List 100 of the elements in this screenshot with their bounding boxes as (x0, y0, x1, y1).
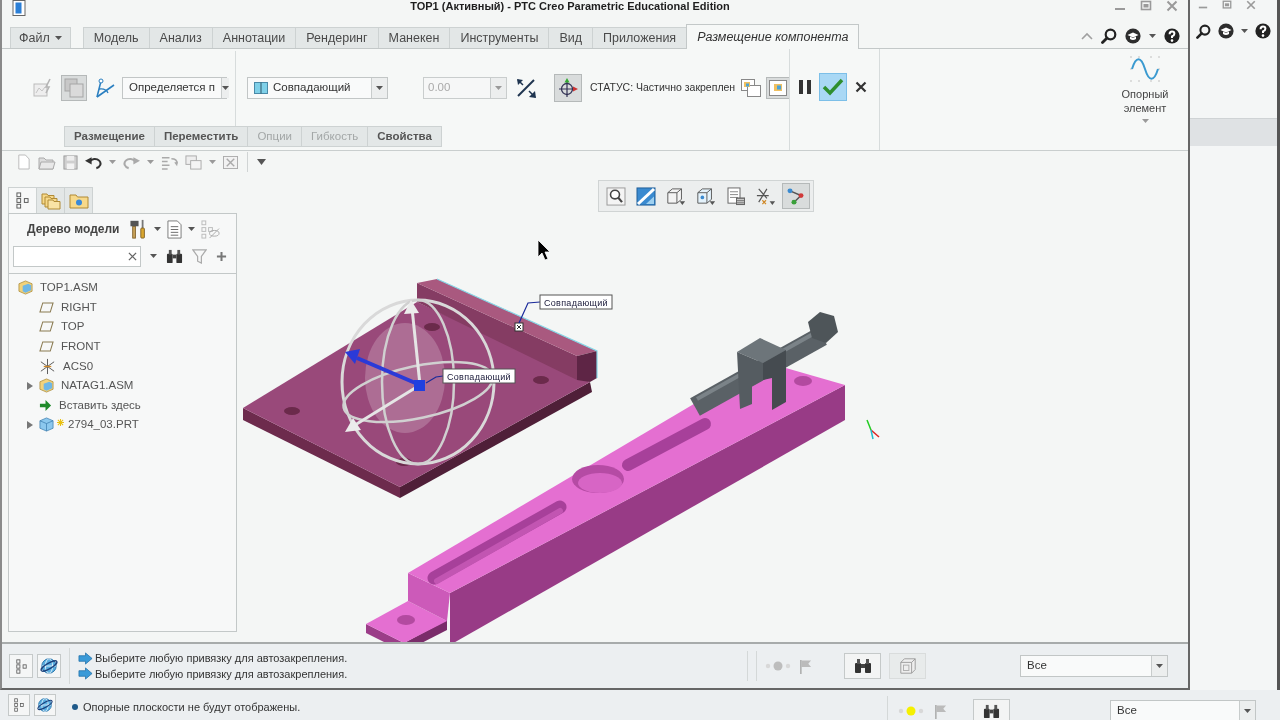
caret-icon (495, 85, 502, 90)
cube-icon (666, 186, 686, 206)
close-window-icon[interactable] (223, 155, 238, 169)
close-icon[interactable] (1246, 0, 1256, 10)
stacked-squares-icon (64, 77, 84, 98)
browser-button[interactable] (34, 694, 56, 716)
close-icon (855, 81, 867, 93)
tree-toggle-button[interactable] (9, 654, 33, 678)
datum-plane-icon (39, 301, 54, 313)
folder-browser-tab[interactable] (36, 187, 65, 213)
browser-button[interactable] (37, 654, 61, 678)
assembly-cube-icon (18, 280, 33, 296)
graduation-cap-icon[interactable] (1218, 23, 1234, 39)
maximize-icon[interactable] (1140, 0, 1152, 12)
axis-triad-icon (866, 419, 880, 440)
binoculars-icon[interactable] (166, 248, 183, 264)
datum-button[interactable]: Опорный элемент (1108, 49, 1182, 150)
status-dots-icon (765, 661, 791, 671)
filter-dropdown[interactable]: Все (1110, 700, 1256, 720)
caret-icon[interactable] (188, 227, 196, 231)
ribbon-tab[interactable]: Рендеринг (295, 27, 379, 48)
caret-right-icon[interactable] (27, 420, 33, 429)
shaded-square-icon (636, 186, 656, 206)
list-icon[interactable] (167, 219, 183, 239)
redo-icon[interactable] (123, 154, 140, 170)
tree-item[interactable]: RIGHT (24, 297, 97, 318)
filter-icon[interactable] (192, 248, 207, 264)
bullet-icon (72, 704, 78, 711)
sine-wave-icon (1129, 55, 1161, 83)
collapse-icon[interactable] (1081, 31, 1093, 40)
caret-icon[interactable] (150, 254, 157, 258)
tree-item[interactable]: FRONT (24, 336, 101, 357)
find-button[interactable] (844, 653, 881, 679)
tree-item[interactable]: 2794_03.PRT (24, 415, 139, 435)
caret-icon[interactable] (154, 227, 162, 231)
ribbon-tab[interactable]: Манекен (377, 27, 451, 48)
tree-item[interactable]: ACS0 (24, 356, 94, 376)
model-tree-tab[interactable] (8, 187, 37, 213)
placement-button[interactable] (554, 73, 582, 102)
search-icon[interactable] (1101, 27, 1117, 44)
constraint-type-dropdown[interactable]: Совпадающий (247, 76, 388, 99)
tree-icon (14, 698, 24, 712)
graduation-cap-icon[interactable] (1125, 27, 1141, 44)
maximize-icon[interactable] (1222, 0, 1232, 10)
caret-icon (1141, 119, 1149, 123)
plus-icon[interactable] (216, 250, 227, 262)
find-button[interactable] (973, 699, 1010, 720)
caret-icon (1244, 709, 1251, 713)
status-message: Выберите любую привязку для автозакрепления. (95, 666, 348, 682)
ribbon-tab[interactable]: Анализ (148, 27, 213, 48)
caret-right-icon[interactable] (27, 381, 33, 390)
status-dots-icon (898, 706, 924, 716)
panel-tab[interactable]: Переместить (153, 126, 249, 147)
panel-tab[interactable]: Размещение (64, 126, 155, 147)
file-menu[interactable]: Файл (10, 27, 71, 48)
tree-search-field[interactable] (13, 245, 141, 267)
caret-icon[interactable] (1241, 29, 1248, 33)
filter-dropdown[interactable]: Все (1020, 655, 1168, 677)
regenerate-icon[interactable] (161, 154, 178, 170)
arrow-icon (78, 667, 93, 681)
constraint-set-dropdown[interactable]: Определяется п (122, 76, 227, 99)
help-icon[interactable] (1164, 27, 1180, 44)
assembly-cube-icon (39, 378, 54, 394)
ribbon-tab[interactable]: Приложения (592, 27, 688, 48)
globe-icon (40, 657, 58, 675)
favorites-tab[interactable] (64, 187, 93, 213)
status-message: Опорные плоскости не будут отображены. (83, 700, 301, 715)
ribbon-tab[interactable]: Аннотации (211, 27, 297, 48)
window-icon (769, 79, 788, 96)
status-message: Выберите любую привязку для автозакрепления. (95, 651, 348, 666)
undo-icon[interactable] (85, 154, 102, 170)
tree-toggle-button[interactable] (8, 694, 30, 716)
ribbon-tab[interactable]: Размещение компонента (686, 24, 860, 49)
help-icon[interactable] (1255, 23, 1271, 39)
search-icon[interactable] (1196, 23, 1211, 39)
nodes-icon (786, 186, 806, 206)
caret-icon (1156, 664, 1163, 668)
pause-icon (798, 79, 812, 95)
coincident-icon (254, 81, 268, 94)
flip-arrows-icon (515, 76, 537, 99)
caret-icon (54, 36, 62, 40)
ribbon-tab[interactable]: Вид (548, 27, 593, 48)
ribbon-tab[interactable]: Инструменты (449, 27, 550, 48)
close-icon[interactable] (1166, 0, 1178, 12)
tree-item[interactable]: NATAG1.ASM (24, 375, 134, 396)
tree-item[interactable]: TOP (24, 317, 85, 337)
caret-icon[interactable] (1149, 33, 1156, 38)
caret-icon[interactable] (257, 159, 266, 165)
axes-icon (39, 357, 56, 375)
tree-item[interactable]: TOP1.ASM (18, 278, 98, 298)
tree-item[interactable]: Вставить здесь (24, 395, 141, 416)
leader-line (425, 375, 444, 384)
grid-document-icon (726, 186, 746, 206)
zoom-icon (606, 186, 626, 206)
arrow-icon (78, 651, 93, 665)
snap-button[interactable] (782, 183, 810, 209)
clear-icon[interactable] (128, 251, 137, 261)
ribbon-tab[interactable]: Модель (82, 27, 150, 48)
panel-tab[interactable]: Свойства (367, 126, 442, 147)
window-title: TOP1 (Активный) - PTC Creo Parametric Educational Edition (409, 0, 731, 12)
